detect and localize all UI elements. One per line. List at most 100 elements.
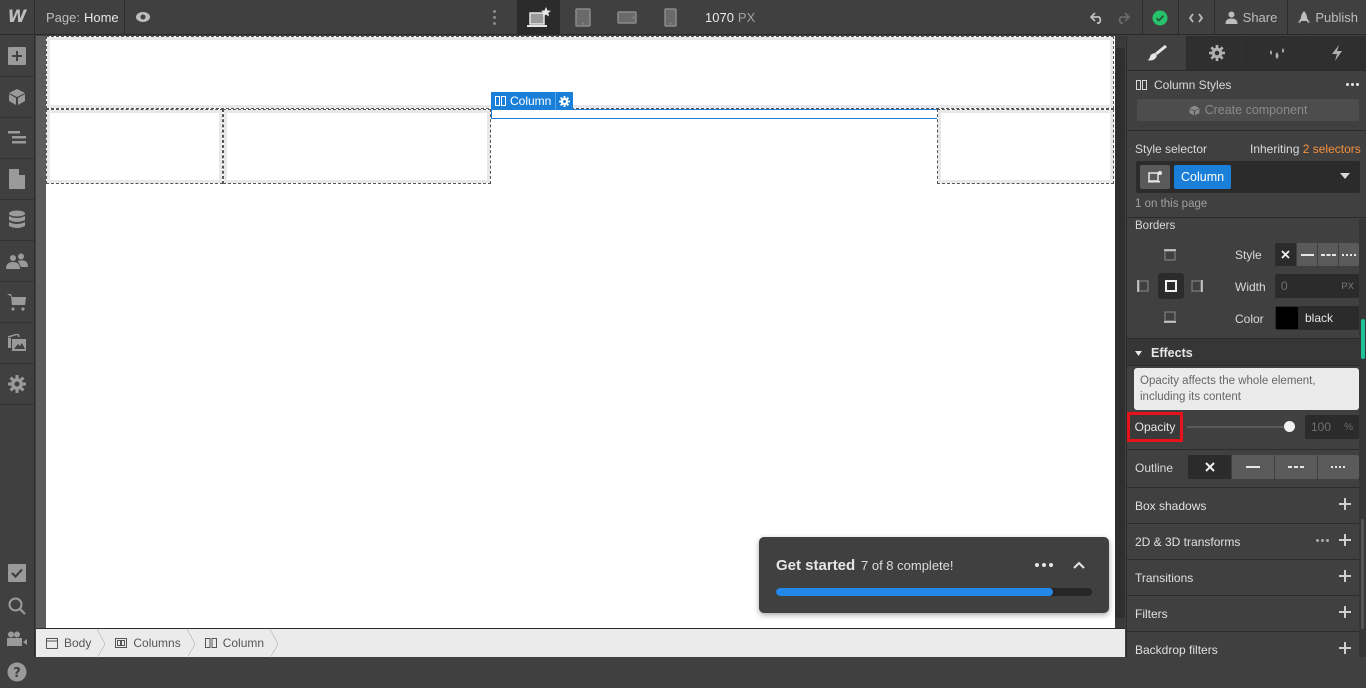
border-color-field[interactable]: black: [1275, 306, 1359, 330]
border-bottom-icon[interactable]: [1164, 311, 1176, 323]
opacity-slider-handle[interactable]: [1284, 421, 1295, 432]
section-backdrop-filters[interactable]: Backdrop filters: [1127, 631, 1359, 657]
border-right-icon[interactable]: [1191, 280, 1203, 292]
preview-button[interactable]: [125, 0, 161, 35]
plus-icon[interactable]: [1339, 606, 1351, 618]
element-settings-button[interactable]: [556, 92, 573, 110]
column-1[interactable]: [46, 109, 223, 184]
selected-element-tag[interactable]: Column: [491, 92, 574, 110]
get-started-collapse-button[interactable]: [1069, 556, 1089, 574]
border-left-icon[interactable]: [1137, 280, 1149, 292]
border-style-dotted[interactable]: [1338, 243, 1359, 266]
outline-style-dotted[interactable]: [1317, 455, 1359, 479]
element-styles-more-button[interactable]: [1346, 83, 1359, 86]
pages-button[interactable]: [0, 159, 34, 200]
webflow-logo[interactable]: W: [0, 0, 35, 35]
top-bar-actions: Share Publish: [1078, 0, 1366, 35]
more-icon[interactable]: [1316, 539, 1329, 542]
code-export-button[interactable]: [1177, 0, 1214, 35]
tab-style[interactable]: [1127, 36, 1186, 70]
create-component-button[interactable]: Create component: [1137, 99, 1359, 121]
border-style-none[interactable]: [1275, 243, 1296, 266]
more-options-button[interactable]: [487, 0, 501, 35]
navigator-icon: [8, 131, 26, 144]
border-style-dashed[interactable]: [1317, 243, 1338, 266]
panel-scrollbar[interactable]: [1359, 219, 1366, 657]
get-started-more-button[interactable]: [1035, 558, 1055, 572]
caret-down-icon: [1135, 351, 1142, 356]
border-top-icon[interactable]: [1164, 249, 1176, 261]
section-box-shadows[interactable]: Box shadows: [1127, 487, 1359, 523]
section-block[interactable]: [46, 36, 1114, 109]
site-status-button[interactable]: [1141, 0, 1178, 35]
search-button[interactable]: [0, 589, 34, 622]
add-elements-button[interactable]: [0, 36, 34, 77]
assets-button[interactable]: [0, 323, 34, 364]
checkbox-icon: [8, 563, 26, 582]
inheriting-selectors-link[interactable]: 2 selectors: [1303, 142, 1361, 156]
style-selector-label: Style selector: [1135, 142, 1208, 156]
users-button[interactable]: [0, 241, 34, 282]
plus-icon[interactable]: [1339, 570, 1351, 582]
color-swatch[interactable]: [1276, 307, 1298, 329]
navigator-button[interactable]: [0, 118, 34, 159]
section-transforms[interactable]: 2D & 3D transforms: [1127, 523, 1359, 559]
section-filters[interactable]: Filters: [1127, 595, 1359, 631]
cms-button[interactable]: [0, 200, 34, 241]
selector-type-button[interactable]: [1140, 165, 1170, 189]
breadcrumb-item-body[interactable]: Body: [36, 628, 106, 658]
border-style-control: [1275, 243, 1359, 266]
section-label: Transitions: [1135, 570, 1194, 585]
plus-icon[interactable]: [1339, 498, 1351, 510]
symbols-button[interactable]: [0, 77, 34, 118]
settings-button[interactable]: [0, 364, 34, 405]
undo-icon[interactable]: [1089, 11, 1104, 24]
page-selector[interactable]: Page: Home: [35, 0, 125, 35]
column-2[interactable]: [223, 109, 491, 184]
opacity-label[interactable]: Opacity: [1127, 412, 1183, 442]
column-selected[interactable]: [491, 109, 938, 119]
device-mobile-portrait-button[interactable]: [649, 0, 692, 35]
selector-chip-column[interactable]: Column: [1174, 165, 1232, 189]
publish-button[interactable]: Publish: [1287, 0, 1366, 35]
breadcrumb-item-column[interactable]: Column: [195, 628, 279, 658]
canvas-scrollbar[interactable]: [1115, 36, 1125, 628]
opacity-unit: %: [1344, 421, 1353, 433]
on-this-page-count: 1 on this page: [1135, 198, 1208, 210]
effects-section-header[interactable]: Effects: [1127, 338, 1359, 366]
outline-style-solid[interactable]: [1231, 455, 1274, 479]
outline-style-none[interactable]: [1188, 455, 1231, 479]
breadcrumb-item-columns[interactable]: Columns: [105, 628, 196, 658]
device-tablet-button[interactable]: [561, 0, 604, 35]
chevron-down-icon[interactable]: [1340, 173, 1350, 179]
ecommerce-button[interactable]: [0, 282, 34, 323]
share-button[interactable]: Share: [1213, 0, 1288, 35]
border-color-label: Color: [1235, 312, 1264, 326]
tab-interactions[interactable]: [1306, 36, 1366, 70]
help-icon: ?: [7, 662, 27, 681]
solid-line-icon: [1246, 466, 1260, 468]
border-all-button[interactable]: [1158, 273, 1184, 299]
redo-icon[interactable]: [1116, 11, 1130, 24]
device-mobile-landscape-button[interactable]: [605, 0, 648, 35]
audit-button[interactable]: [0, 556, 34, 589]
selected-element-name[interactable]: Column: [491, 92, 557, 110]
help-button[interactable]: ?: [0, 655, 34, 688]
tutorials-button[interactable]: [0, 622, 34, 655]
border-style-solid[interactable]: [1296, 243, 1317, 266]
cube-icon: [9, 89, 25, 105]
plus-icon[interactable]: [1339, 534, 1351, 546]
style-selector-field[interactable]: Column: [1136, 161, 1360, 193]
section-transitions[interactable]: Transitions: [1127, 559, 1359, 595]
outline-style-dashed[interactable]: [1274, 455, 1317, 479]
tab-style-manager[interactable]: [1246, 36, 1306, 70]
device-desktop-button[interactable]: [517, 0, 560, 35]
column-4[interactable]: [937, 109, 1114, 184]
border-width-input[interactable]: 0 PX: [1275, 274, 1359, 298]
opacity-input[interactable]: 100 %: [1305, 415, 1359, 439]
opacity-slider-track[interactable]: [1187, 426, 1291, 428]
tab-settings[interactable]: [1186, 36, 1246, 70]
share-label: Share: [1242, 10, 1278, 25]
scroll-thumb[interactable]: [1361, 519, 1364, 629]
plus-icon[interactable]: [1339, 642, 1351, 654]
